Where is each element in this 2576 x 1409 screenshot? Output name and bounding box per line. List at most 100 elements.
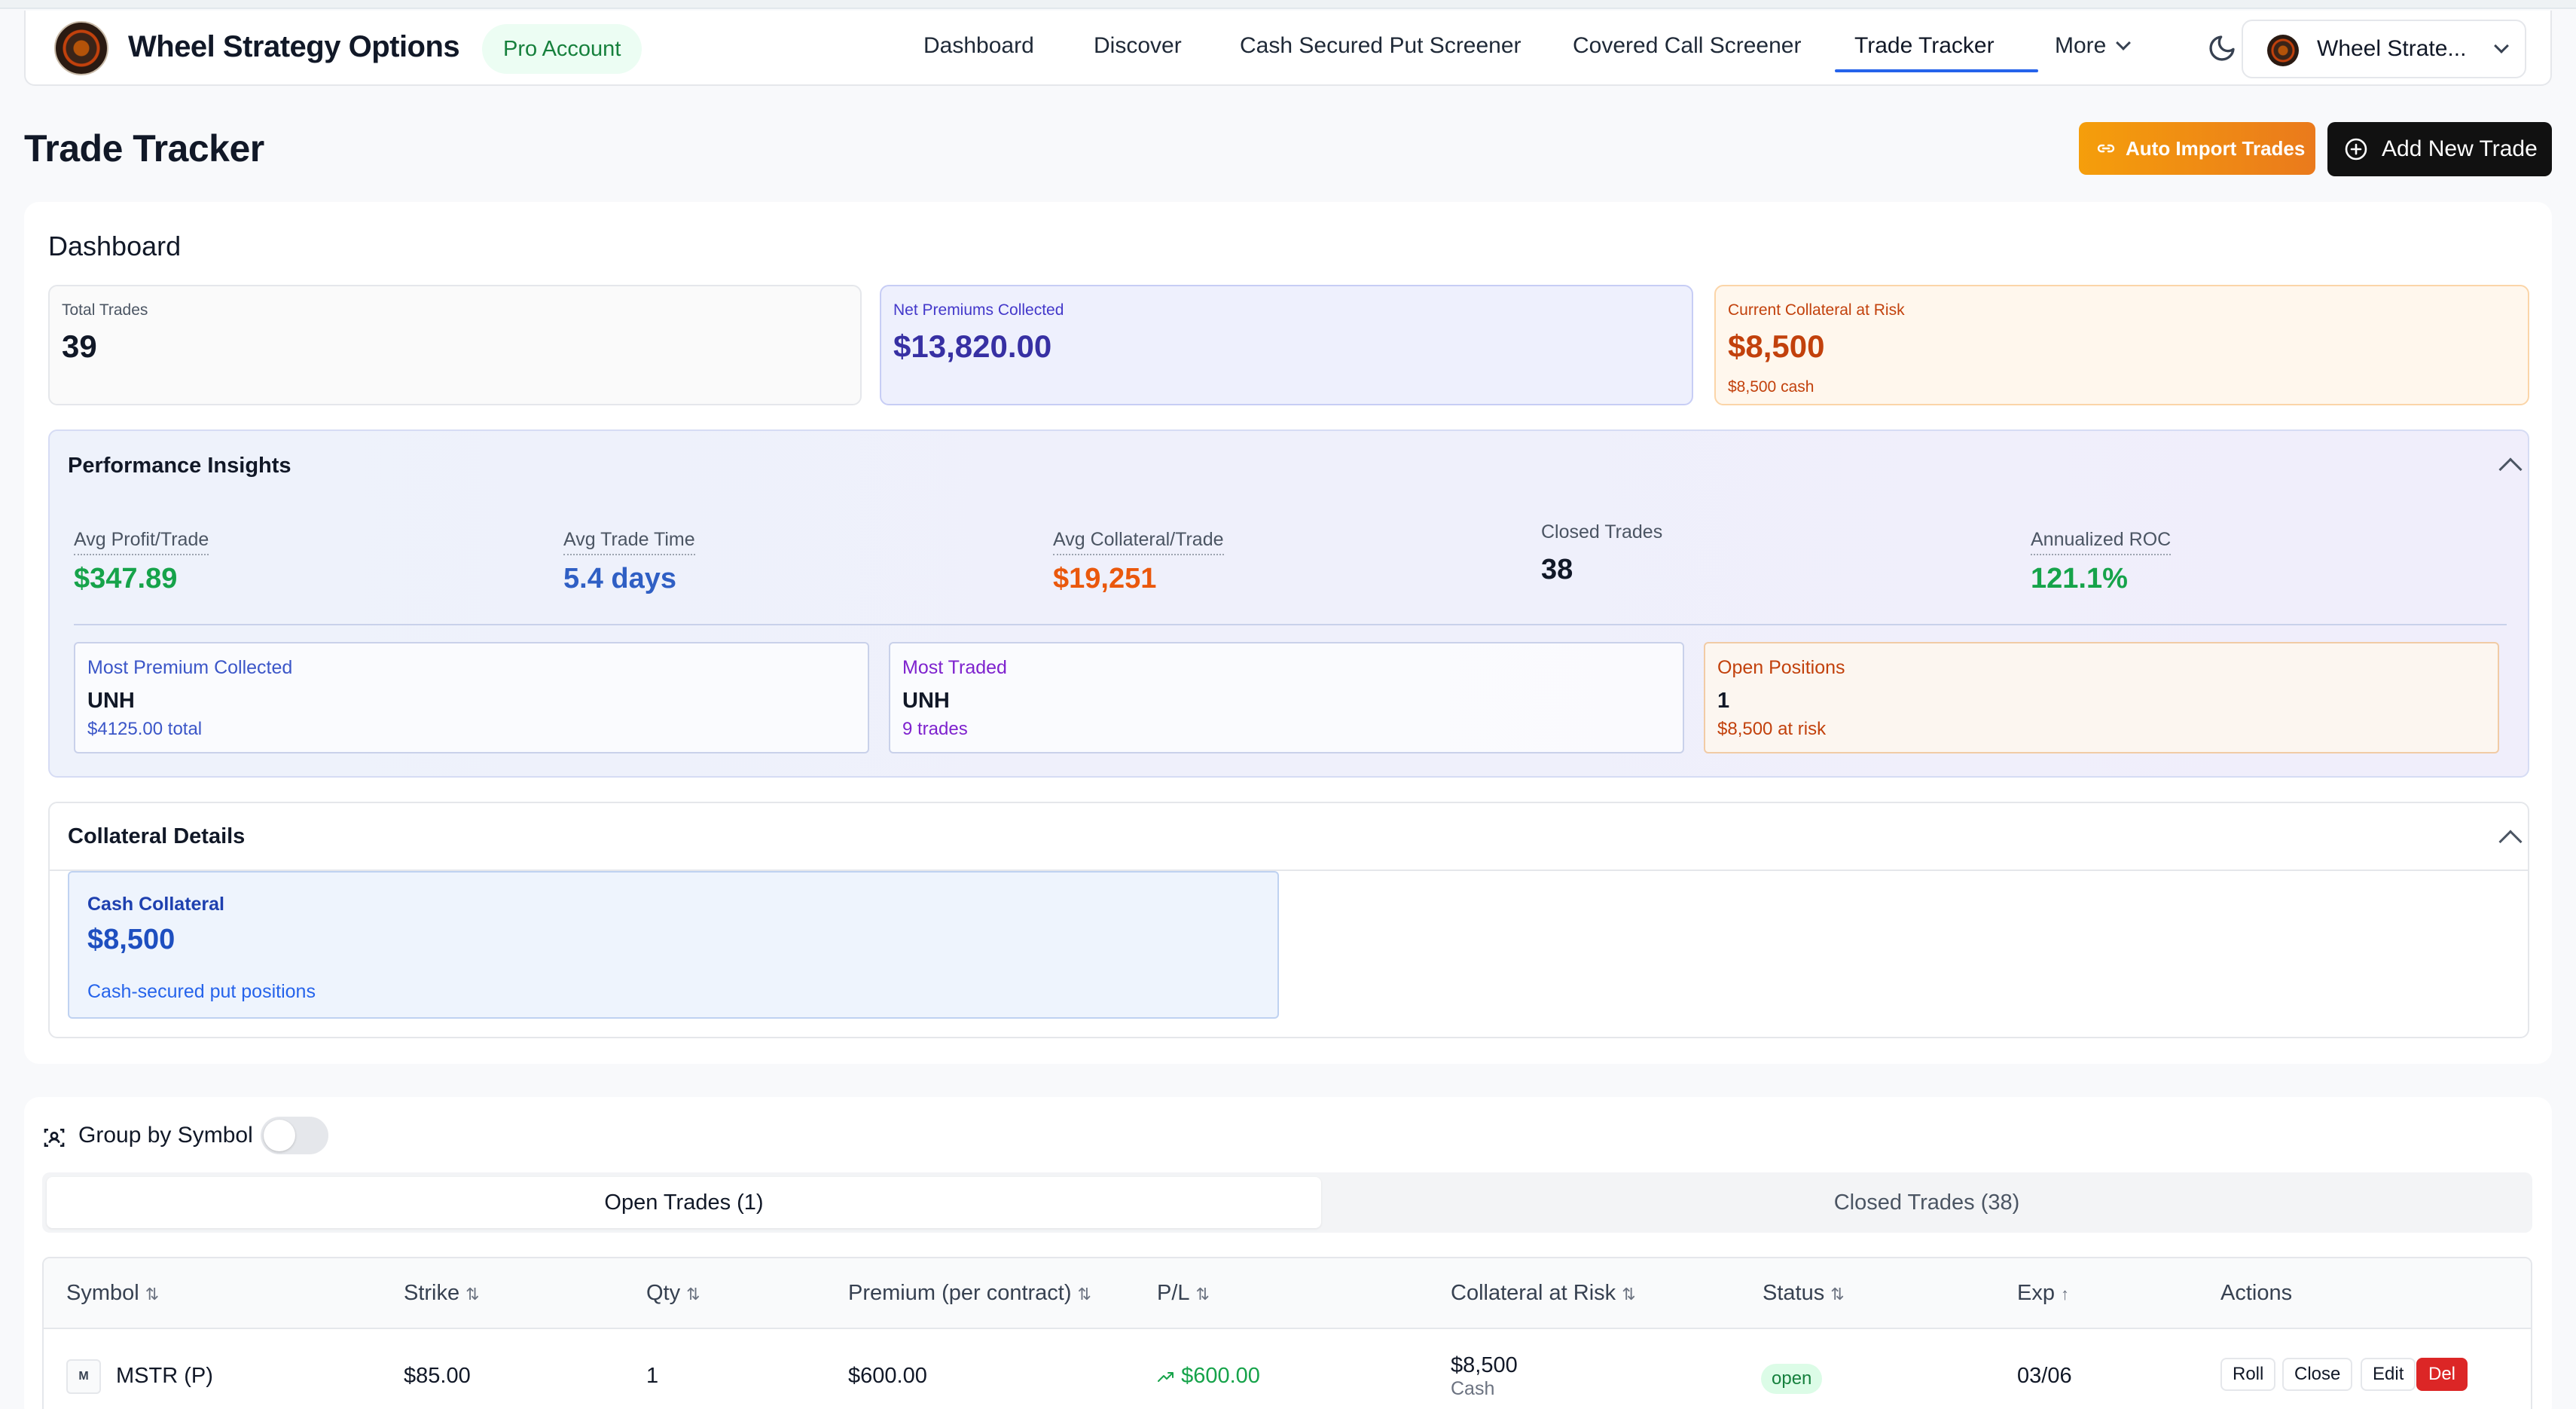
window-top-strip <box>0 0 2576 9</box>
group-by-symbol-toggle[interactable] <box>261 1117 328 1154</box>
trade-tabs: Open Trades (1) Closed Trades (38) <box>42 1172 2532 1233</box>
edit-button[interactable]: Edit <box>2361 1358 2416 1391</box>
nav-more-label: More <box>2055 33 2107 58</box>
col-premium[interactable]: Premium (per contract) ⇅ <box>848 1281 1091 1306</box>
col-label: Collateral at Risk <box>1451 1281 1616 1305</box>
collateral-details-title[interactable]: Collateral Details <box>68 824 245 849</box>
card-value: UNH <box>87 689 135 713</box>
metric-avg-profit: Avg Profit/Trade $347.89 <box>74 529 209 595</box>
cash-collateral-label: Cash Collateral <box>87 894 225 915</box>
card-value: UNH <box>902 689 950 713</box>
sort-icon: ↑ <box>2060 1285 2069 1304</box>
collateral-details-panel: Collateral Details Cash Collateral $8,50… <box>48 802 2529 1038</box>
col-collateral[interactable]: Collateral at Risk ⇅ <box>1451 1281 1636 1306</box>
close-button[interactable]: Close <box>2282 1358 2353 1391</box>
stat-label: Total Trades <box>62 301 148 319</box>
page: Wheel Strategy Options Pro Account Dashb… <box>0 0 2576 1409</box>
link-icon <box>2097 144 2115 153</box>
plus-circle-icon <box>2345 138 2367 160</box>
trending-up-icon <box>1158 1372 1174 1383</box>
card-sub: 9 trades <box>902 719 968 739</box>
card-most-traded: Most Traded UNH 9 trades <box>889 642 1684 753</box>
add-new-trade-label: Add New Trade <box>2382 136 2538 161</box>
divider <box>74 624 2507 625</box>
metric-value: 5.4 days <box>563 563 676 594</box>
dashboard-title: Dashboard <box>48 231 182 261</box>
tab-open-trades[interactable]: Open Trades (1) <box>47 1177 1321 1228</box>
col-pl[interactable]: P/L ⇅ <box>1157 1281 1210 1306</box>
metric-label: Avg Profit/Trade <box>74 529 209 555</box>
card-label: Open Positions <box>1717 657 1845 678</box>
tab-closed-trades[interactable]: Closed Trades (38) <box>1326 1177 2528 1228</box>
nav-covered-call-screener[interactable]: Covered Call Screener <box>1573 33 1801 59</box>
metric-value: 121.1% <box>2031 563 2128 594</box>
chevron-up-icon[interactable] <box>2498 457 2523 481</box>
card-open-positions: Open Positions 1 $8,500 at risk <box>1704 642 2499 753</box>
col-label: Premium (per contract) <box>848 1281 1072 1305</box>
stat-sub: $8,500 cash <box>1728 378 1814 396</box>
col-label: P/L <box>1157 1281 1190 1305</box>
cash-collateral-value: $8,500 <box>87 924 175 955</box>
stat-collateral-at-risk: Current Collateral at Risk $8,500 $8,500… <box>1714 285 2529 405</box>
cash-collateral-card: Cash Collateral $8,500 Cash-secured put … <box>68 871 1279 1019</box>
col-label: Exp <box>2017 1281 2055 1305</box>
roll-button[interactable]: Roll <box>2220 1358 2276 1391</box>
pro-account-badge: Pro Account <box>482 24 642 74</box>
sort-icon: ⇅ <box>1077 1285 1091 1304</box>
metric-avg-trade-time: Avg Trade Time 5.4 days <box>563 529 695 595</box>
metric-avg-collateral: Avg Collateral/Trade $19,251 <box>1053 529 1224 595</box>
col-exp[interactable]: Exp ↑ <box>2017 1281 2069 1306</box>
sort-icon: ⇅ <box>1622 1285 1636 1304</box>
trades-table: Symbol ⇅ Strike ⇅ Qty ⇅ Premium (per contra… <box>42 1257 2532 1409</box>
brand-name[interactable]: Wheel Strategy Options <box>128 30 460 64</box>
col-actions: Actions <box>2220 1281 2293 1305</box>
auto-import-label: Auto Import Trades <box>2126 137 2306 160</box>
table-header: Symbol ⇅ Strike ⇅ Qty ⇅ Premium (per contra… <box>44 1258 2531 1329</box>
sort-icon: ⇅ <box>1195 1285 1210 1304</box>
metric-label: Avg Collateral/Trade <box>1053 529 1224 555</box>
col-qty[interactable]: Qty ⇅ <box>646 1281 700 1306</box>
card-sub: $4125.00 total <box>87 719 203 739</box>
symbol-avatar: M <box>66 1359 101 1394</box>
card-value: 1 <box>1717 689 1730 713</box>
metric-annualized-roc: Annualized ROC 121.1% <box>2031 529 2172 595</box>
card-label: Most Premium Collected <box>87 657 293 678</box>
cell-collateral: $8,500 Cash <box>1451 1353 1518 1400</box>
sort-icon: ⇅ <box>465 1285 480 1304</box>
delete-button[interactable]: Del <box>2416 1358 2468 1391</box>
metric-value: $19,251 <box>1053 563 1157 594</box>
col-symbol[interactable]: Symbol ⇅ <box>66 1281 159 1306</box>
nav-trade-tracker[interactable]: Trade Tracker <box>1854 33 1995 59</box>
col-status[interactable]: Status ⇅ <box>1763 1281 1845 1306</box>
chevron-up-icon[interactable] <box>2498 830 2523 854</box>
card-label: Most Traded <box>902 657 1007 678</box>
performance-insights-title[interactable]: Performance Insights <box>68 454 291 478</box>
nav-dashboard[interactable]: Dashboard <box>923 33 1034 59</box>
account-menu-button[interactable]: Wheel Strate... <box>2242 20 2526 78</box>
account-name: Wheel Strate... <box>2317 36 2467 61</box>
auto-import-trades-button[interactable]: Auto Import Trades <box>2079 122 2315 175</box>
nav-discover[interactable]: Discover <box>1094 33 1182 59</box>
col-label: Status <box>1763 1281 1825 1305</box>
card-most-premium: Most Premium Collected UNH $4125.00 tota… <box>74 642 869 753</box>
col-strike[interactable]: Strike ⇅ <box>404 1281 480 1306</box>
nav-cash-secured-put-screener[interactable]: Cash Secured Put Screener <box>1240 33 1521 59</box>
active-nav-indicator <box>1835 69 2038 72</box>
collateral-type: Cash <box>1451 1378 1495 1399</box>
metric-closed-trades: Closed Trades 38 <box>1541 521 1662 586</box>
stat-value: 39 <box>62 329 97 364</box>
stat-label: Net Premiums Collected <box>893 301 1064 319</box>
cell-strike: $85.00 <box>404 1364 471 1388</box>
performance-insights-panel: Performance Insights Avg Profit/Trade $3… <box>48 429 2529 778</box>
sort-icon: ⇅ <box>145 1285 160 1304</box>
group-scan-icon <box>44 1129 65 1147</box>
trades-card: Group by Symbol Open Trades (1) Closed T… <box>24 1097 2552 1409</box>
dark-mode-moon-icon[interactable] <box>2207 33 2237 63</box>
stat-net-premiums: Net Premiums Collected $13,820.00 <box>880 285 1693 405</box>
account-avatar <box>2267 35 2299 66</box>
col-label: Symbol <box>66 1281 139 1305</box>
nav-more[interactable]: More <box>2055 33 2132 59</box>
brand-logo[interactable] <box>54 21 108 75</box>
add-new-trade-button[interactable]: Add New Trade <box>2327 122 2552 176</box>
metric-value: $347.89 <box>74 563 178 594</box>
